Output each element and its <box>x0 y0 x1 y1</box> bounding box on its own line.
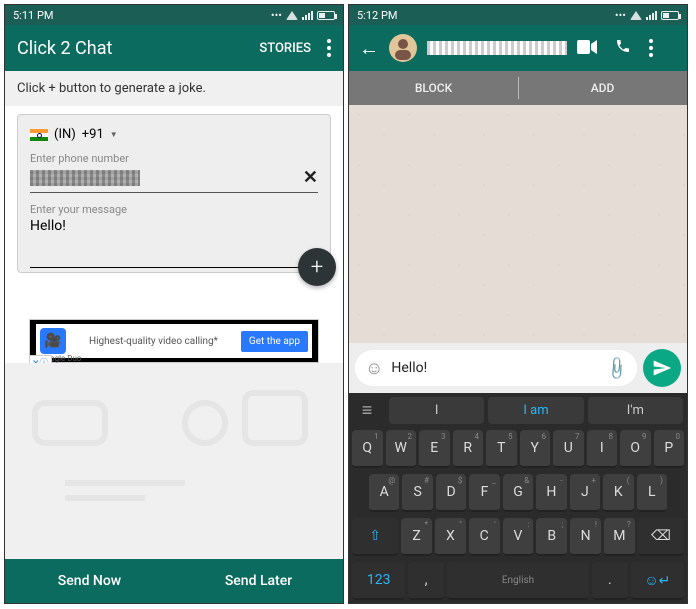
hint-text: Click + button to generate a joke. <box>5 71 343 106</box>
key-o[interactable]: 9O <box>620 430 651 468</box>
key-period[interactable]: . <box>592 562 628 600</box>
compose-text[interactable]: Hello! <box>391 360 599 376</box>
key-r[interactable]: 4R <box>453 430 484 468</box>
key-d[interactable]: $D <box>436 474 466 512</box>
block-button[interactable]: BLOCK <box>349 71 518 105</box>
key-comma[interactable]: , <box>408 562 444 600</box>
status-icons: ••• <box>271 9 335 22</box>
key-f[interactable]: _F <box>469 474 499 512</box>
status-bar: 5:12 PM ••• <box>349 5 687 25</box>
add-joke-button[interactable]: + <box>298 248 336 286</box>
flag-icon <box>30 129 48 141</box>
key-enter[interactable]: ☺↵ <box>631 562 684 600</box>
ad-text: Highest-quality video calling* <box>74 336 233 347</box>
dial-code: +91 <box>82 127 104 142</box>
suggestion-3[interactable]: I'm <box>588 397 683 424</box>
background-doodle <box>5 363 343 559</box>
ad-cta-button[interactable]: Get the app <box>241 331 308 352</box>
emoji-icon[interactable]: ☺ <box>365 358 383 379</box>
country-selector[interactable]: (IN) +91 ▼ <box>30 127 318 142</box>
key-n[interactable]: !N <box>570 518 601 556</box>
battery-icon <box>661 11 679 20</box>
message-input[interactable]: Hello! <box>30 218 318 268</box>
send-now-button[interactable]: Send Now <box>5 559 174 603</box>
key-c[interactable]: 'C <box>469 518 500 556</box>
key-w[interactable]: 2W <box>386 430 417 468</box>
message-label: Enter your message <box>30 203 318 216</box>
key-l[interactable]: )L <box>637 474 667 512</box>
avatar[interactable] <box>389 34 417 62</box>
right-phone: 5:12 PM ••• ← BLOCK ADD ☺ Hello! 📎 <box>348 4 688 604</box>
key-k[interactable]: (K <box>603 474 633 512</box>
phone-value-redacted <box>30 170 140 186</box>
voice-call-icon[interactable] <box>615 38 631 59</box>
suggestion-2[interactable]: I am <box>488 397 583 424</box>
key-p[interactable]: 0P <box>654 430 685 468</box>
left-phone: 5:11 PM ••• Click 2 Chat STORIES Click +… <box>4 4 344 604</box>
chevron-down-icon: ▼ <box>110 130 118 139</box>
key-j[interactable]: +J <box>570 474 600 512</box>
key-b[interactable]: ;B <box>536 518 567 556</box>
status-bar: 5:11 PM ••• <box>5 5 343 25</box>
clear-icon[interactable]: ✕ <box>303 167 318 188</box>
suggestion-bar: ≡ I I am I'm <box>349 393 687 427</box>
country-code: (IN) <box>54 127 76 142</box>
compose-card: (IN) +91 ▼ Enter phone number ✕ Enter yo… <box>17 114 331 273</box>
chat-app-bar: ← <box>349 25 687 71</box>
key-numbers[interactable]: 123 <box>352 562 405 600</box>
key-backspace[interactable]: ⌫ <box>638 518 684 556</box>
compose-row: ☺ Hello! 📎 <box>349 343 687 393</box>
status-icons: ••• <box>615 9 679 22</box>
signal-icon <box>302 11 313 20</box>
battery-icon <box>317 11 335 20</box>
key-m[interactable]: ?M <box>604 518 635 556</box>
app-bar: Click 2 Chat STORIES <box>5 25 343 71</box>
key-space[interactable]: English <box>447 562 589 600</box>
key-g[interactable]: &G <box>503 474 533 512</box>
key-e[interactable]: 3E <box>419 430 450 468</box>
send-later-button[interactable]: Send Later <box>174 559 343 603</box>
ad-app-icon: 🎥 <box>40 328 66 354</box>
chat-background[interactable] <box>349 105 687 343</box>
message-box[interactable]: ☺ Hello! 📎 <box>355 350 637 386</box>
key-t[interactable]: 5T <box>486 430 517 468</box>
suggestion-1[interactable]: I <box>389 397 484 424</box>
video-call-icon[interactable] <box>577 38 597 59</box>
keyboard-menu-icon[interactable]: ≡ <box>349 400 385 421</box>
overflow-menu-icon[interactable] <box>327 39 331 57</box>
app-title: Click 2 Chat <box>17 38 259 59</box>
add-button[interactable]: ADD <box>518 71 687 105</box>
phone-input[interactable]: ✕ <box>30 167 318 193</box>
key-q[interactable]: 1Q <box>352 430 383 468</box>
back-icon[interactable]: ← <box>359 36 379 61</box>
attach-icon[interactable]: 📎 <box>603 354 631 382</box>
wifi-icon <box>286 11 298 20</box>
action-tabs: BLOCK ADD <box>349 71 687 105</box>
key-y[interactable]: 6Y <box>520 430 551 468</box>
send-button[interactable] <box>643 349 681 387</box>
status-time: 5:12 PM <box>357 9 397 22</box>
keyboard: ≡ I I am I'm 1Q2W3E4R5T6Y7U8I9O0P @A#S$D… <box>349 393 687 603</box>
bottom-bar: Send Now Send Later <box>5 559 343 603</box>
contact-name-redacted[interactable] <box>427 41 567 55</box>
ad-banner[interactable]: 🎥 Highest-quality video calling* Get the… <box>29 319 319 363</box>
overflow-menu-icon[interactable] <box>649 39 653 57</box>
status-time: 5:11 PM <box>13 9 53 22</box>
phone-label: Enter phone number <box>30 152 318 165</box>
stories-button[interactable]: STORIES <box>259 41 311 56</box>
key-u[interactable]: 7U <box>553 430 584 468</box>
signal-icon <box>646 11 657 20</box>
key-h[interactable]: -H <box>536 474 566 512</box>
key-shift[interactable]: ⇧ <box>352 518 398 556</box>
key-z[interactable]: *Z <box>401 518 432 556</box>
wifi-icon <box>630 11 642 20</box>
key-x[interactable]: "X <box>435 518 466 556</box>
key-i[interactable]: 8I <box>587 430 618 468</box>
key-v[interactable]: :V <box>503 518 534 556</box>
key-s[interactable]: #S <box>402 474 432 512</box>
key-a[interactable]: @A <box>369 474 399 512</box>
